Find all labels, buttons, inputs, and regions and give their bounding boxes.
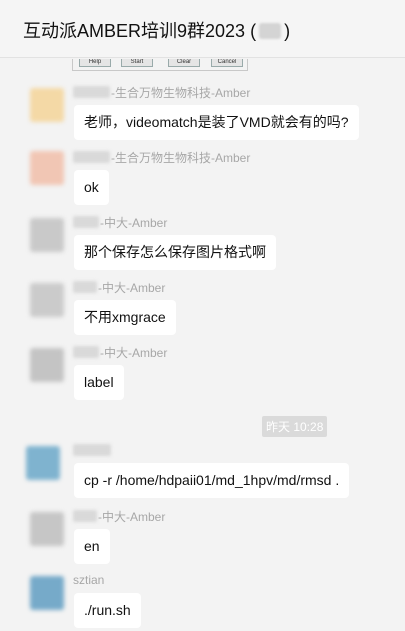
sender-name: -中大-Amber (73, 279, 165, 296)
chat-title-end: ) (284, 21, 291, 41)
avatar[interactable] (30, 88, 64, 122)
sender-name: sztian (73, 573, 105, 587)
time-divider: 昨天 10:28 (262, 416, 328, 437)
avatar[interactable] (30, 151, 64, 185)
message-bubble[interactable]: label (74, 365, 124, 400)
sender-name-text: -生合万物生物科技-Amber (111, 86, 251, 100)
sender-name-text: -中大-Amber (100, 346, 168, 360)
message-bubble[interactable]: 不用xmgrace (74, 300, 176, 335)
redacted-blur (73, 444, 111, 456)
redacted-blur (259, 23, 282, 39)
avatar[interactable] (30, 218, 64, 252)
avatar[interactable] (30, 283, 64, 317)
sender-name (73, 444, 112, 458)
image-message[interactable]: Help Start Clear Cancel (72, 59, 248, 71)
chat-header: 互动派AMBER培训9群2023 () (0, 0, 405, 58)
avatar[interactable] (30, 576, 64, 610)
message-bubble[interactable]: ok (74, 170, 109, 205)
redacted-blur (73, 151, 110, 163)
message-bubble[interactable]: 老师，videomatch是装了VMD就会有的吗? (74, 105, 359, 140)
avatar[interactable] (26, 446, 60, 480)
redacted-blur (73, 216, 99, 228)
redacted-blur (73, 281, 97, 293)
screenshot-button: Help (79, 59, 111, 67)
redacted-blur (73, 86, 110, 98)
sender-name: -生合万物生物科技-Amber (73, 149, 250, 166)
message-bubble[interactable]: ./run.sh (74, 593, 141, 628)
screenshot-button: Cancel (211, 59, 243, 67)
sender-name-text: -中大-Amber (98, 510, 166, 524)
sender-name-text: -生合万物生物科技-Amber (111, 151, 251, 165)
chat-title: 互动派AMBER培训9群2023 () (23, 17, 290, 43)
screenshot-button: Clear (168, 59, 200, 67)
sender-name-text: -中大-Amber (98, 281, 166, 295)
message-bubble[interactable]: 那个保存怎么保存图片格式啊 (74, 235, 276, 270)
redacted-blur (73, 510, 97, 522)
message-list[interactable]: Help Start Clear Cancel -生合万物生物科技-Amber … (0, 59, 405, 631)
avatar[interactable] (30, 512, 64, 546)
sender-name: -中大-Amber (73, 508, 165, 525)
sender-name-text: -中大-Amber (100, 216, 168, 230)
sender-name: -中大-Amber (73, 344, 167, 361)
message-bubble[interactable]: cp -r /home/hdpaii01/md_1hpv/md/rmsd . (74, 463, 350, 498)
screenshot-button: Start (121, 59, 153, 67)
sender-name: -生合万物生物科技-Amber (73, 84, 250, 101)
chat-title-text: 互动派AMBER培训9群2023 ( (23, 21, 257, 41)
redacted-blur (73, 346, 99, 358)
avatar[interactable] (30, 348, 64, 382)
sender-name: -中大-Amber (73, 214, 167, 231)
message-bubble[interactable]: en (74, 529, 110, 564)
